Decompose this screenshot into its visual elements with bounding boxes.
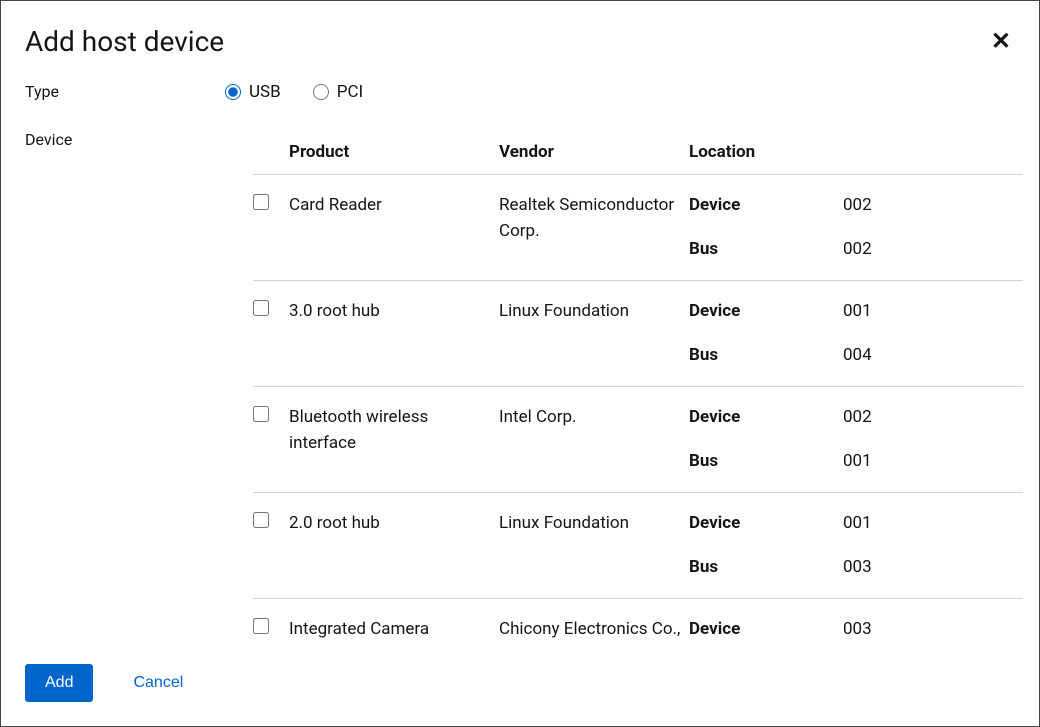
device-table-header-row: Product Vendor Location	[253, 130, 1023, 175]
row-product: 2.0 root hub	[289, 493, 499, 599]
row-vendor: Linux Foundation	[499, 281, 689, 387]
device-table: Product Vendor Location Card ReaderRealt…	[253, 130, 1023, 640]
row-vendor: Chicony Electronics Co., Ltd	[499, 599, 689, 641]
location-device-key: Device	[689, 193, 839, 219]
location-bus-key: Bus	[689, 237, 839, 263]
location-bus-value: 003	[843, 555, 1023, 581]
location-device-key: Device	[689, 299, 839, 325]
header-checkbox-col	[253, 130, 289, 175]
device-table-row: Integrated Camera (1280x720@30)Chicony E…	[253, 599, 1023, 641]
type-radio-usb-label: USB	[249, 82, 281, 102]
row-checkbox[interactable]	[253, 406, 269, 422]
location-device-value: 001	[843, 511, 1023, 537]
location-bus-key: Bus	[689, 449, 839, 475]
type-label: Type	[25, 82, 225, 101]
row-checkbox-cell	[253, 175, 289, 281]
device-table-row: 3.0 root hubLinux FoundationDevice001Bus…	[253, 281, 1023, 387]
row-checkbox[interactable]	[253, 512, 269, 528]
location-device-key: Device	[689, 617, 839, 640]
location-bus-value: 002	[843, 237, 1023, 263]
location-device-key: Device	[689, 405, 839, 431]
row-checkbox-cell	[253, 387, 289, 493]
row-checkbox[interactable]	[253, 194, 269, 210]
type-radio-usb[interactable]: USB	[225, 82, 281, 102]
cancel-button[interactable]: Cancel	[133, 674, 183, 692]
device-table-row: Card ReaderRealtek Semiconductor Corp.De…	[253, 175, 1023, 281]
row-product: Card Reader	[289, 175, 499, 281]
row-checkbox-cell	[253, 281, 289, 387]
device-table-row: Bluetooth wireless interfaceIntel Corp.D…	[253, 387, 1023, 493]
header-location: Location	[689, 130, 1023, 175]
location-device-value: 002	[843, 405, 1023, 431]
modal-header: Add host device ✕	[25, 25, 1015, 58]
row-location: Device001Bus004	[689, 281, 1023, 387]
row-checkbox[interactable]	[253, 300, 269, 316]
header-vendor: Vendor	[499, 130, 689, 175]
type-row: Type USB PCI	[25, 82, 1015, 102]
modal-scroll-area[interactable]: Type USB PCI Device	[25, 82, 1023, 640]
location-bus-value: 001	[843, 449, 1023, 475]
location-device-value: 001	[843, 299, 1023, 325]
device-table-row: 2.0 root hubLinux FoundationDevice001Bus…	[253, 493, 1023, 599]
row-product: Integrated Camera (1280x720@30)	[289, 599, 499, 641]
location-device-value: 003	[843, 617, 1023, 640]
row-vendor: Realtek Semiconductor Corp.	[499, 175, 689, 281]
location-bus-key: Bus	[689, 555, 839, 581]
row-location: Device002Bus002	[689, 175, 1023, 281]
row-location: Device002Bus001	[689, 387, 1023, 493]
row-location: Device003	[689, 599, 1023, 641]
row-product: Bluetooth wireless interface	[289, 387, 499, 493]
row-location: Device001Bus003	[689, 493, 1023, 599]
row-vendor: Intel Corp.	[499, 387, 689, 493]
location-bus-key: Bus	[689, 343, 839, 369]
location-device-value: 002	[843, 193, 1023, 219]
row-product: 3.0 root hub	[289, 281, 499, 387]
type-radio-pci-input[interactable]	[313, 84, 329, 100]
header-product: Product	[289, 130, 499, 175]
location-device-key: Device	[689, 511, 839, 537]
location-bus-value: 004	[843, 343, 1023, 369]
device-label: Device	[25, 130, 225, 149]
type-radio-pci[interactable]: PCI	[313, 82, 363, 102]
type-radio-group: USB PCI	[225, 82, 1015, 102]
device-row: Device Product Vendor Location Card Read…	[25, 130, 1015, 640]
modal-title: Add host device	[25, 25, 224, 58]
add-host-device-modal: Add host device ✕ Type USB PCI Dev	[0, 0, 1040, 727]
modal-footer: Add Cancel	[25, 640, 1015, 702]
row-checkbox-cell	[253, 493, 289, 599]
close-button[interactable]: ✕	[987, 30, 1015, 54]
type-radio-usb-input[interactable]	[225, 84, 241, 100]
row-checkbox[interactable]	[253, 618, 269, 634]
row-checkbox-cell	[253, 599, 289, 641]
add-button[interactable]: Add	[25, 664, 93, 702]
type-radio-pci-label: PCI	[337, 82, 363, 102]
row-vendor: Linux Foundation	[499, 493, 689, 599]
